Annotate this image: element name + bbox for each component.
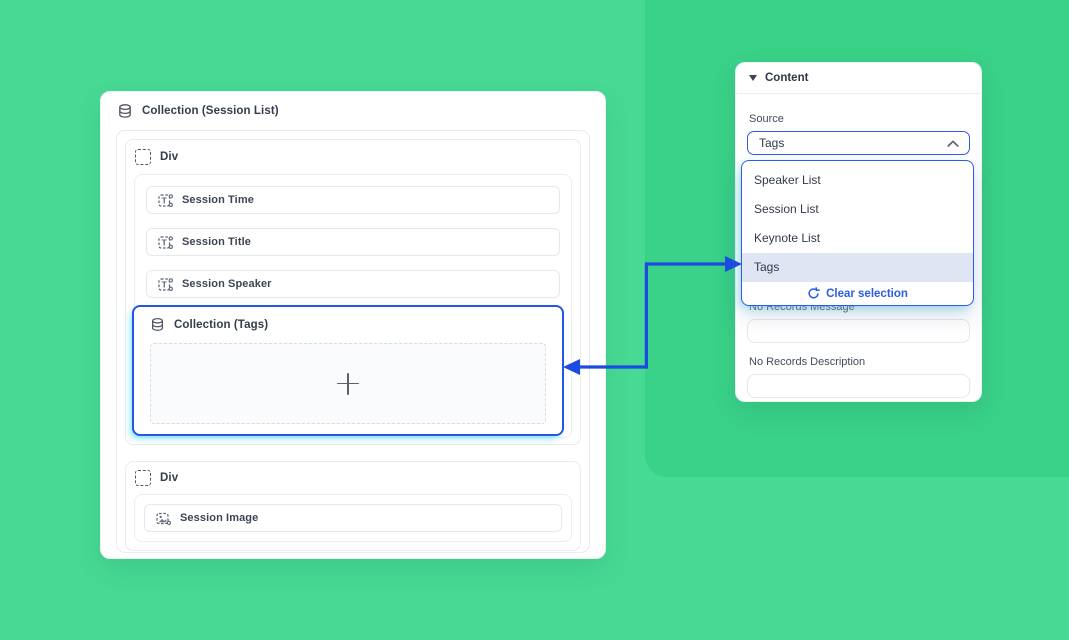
div-top-label: Div (160, 151, 178, 163)
tree-node-collection-tags[interactable]: Collection (Tags) (132, 305, 564, 436)
session-speaker-label: Session Speaker (182, 278, 272, 290)
collection-session-list-label: Collection (Session List) (142, 105, 279, 117)
builder-canvas-card: Collection (Session List) Div T Session … (100, 91, 606, 559)
session-title-label: Session Title (182, 236, 251, 248)
tree-node-session-time[interactable]: T Session Time (146, 186, 560, 214)
database-icon (117, 103, 133, 119)
svg-text:T: T (162, 195, 168, 205)
reset-icon (807, 287, 820, 300)
add-element-slot[interactable] (150, 343, 546, 424)
tree-node-collection-session-list[interactable]: Collection (Session List) (101, 92, 605, 130)
source-select-value: Tags (759, 136, 784, 150)
text-binding-icon: T (158, 235, 173, 250)
dashed-box-icon (135, 149, 151, 165)
source-label: Source (749, 113, 970, 125)
no-records-description-label: No Records Description (749, 356, 970, 368)
option-tags[interactable]: Tags (742, 253, 973, 282)
chevron-up-icon (946, 138, 960, 149)
text-binding-icon: T (158, 193, 173, 208)
clear-selection-button[interactable]: Clear selection (742, 282, 973, 305)
field-group: T Session Time T Session Title (134, 174, 572, 438)
session-time-label: Session Time (182, 194, 254, 206)
div-node-top-header[interactable]: Div (126, 140, 580, 174)
no-records-message-input[interactable] (747, 319, 970, 343)
tree-node-session-speaker[interactable]: T Session Speaker (146, 270, 560, 298)
option-session-list[interactable]: Session List (742, 195, 973, 224)
tree-node-session-title[interactable]: T Session Title (146, 228, 560, 256)
div-node-top: Div T Session Time T (125, 139, 581, 445)
tree-node-session-image[interactable]: Session Image (144, 504, 562, 532)
option-speaker-list[interactable]: Speaker List (742, 166, 973, 195)
source-dropdown: Speaker List Session List Keynote List T… (741, 160, 974, 306)
collection-content-wrapper: Div T Session Time T (116, 130, 590, 553)
collection-tags-label: Collection (Tags) (174, 319, 268, 331)
plus-icon (337, 373, 359, 395)
database-icon (150, 317, 165, 332)
source-select[interactable]: Tags (747, 131, 970, 155)
svg-text:T: T (162, 237, 168, 247)
field-group: Session Image (134, 494, 572, 542)
text-binding-icon: T (158, 277, 173, 292)
collection-tags-header[interactable]: Collection (Tags) (134, 307, 562, 342)
dashed-box-icon (135, 470, 151, 486)
div-bottom-label: Div (160, 472, 178, 484)
option-keynote-list[interactable]: Keynote List (742, 224, 973, 253)
inspector-panel: Content Source Tags No Records Message N… (735, 62, 982, 402)
session-image-label: Session Image (180, 512, 258, 524)
div-node-bottom: Div Session Image (125, 461, 581, 551)
section-title: Content (765, 72, 808, 84)
image-icon (156, 511, 171, 526)
div-node-bottom-header[interactable]: Div (126, 462, 580, 494)
clear-selection-label: Clear selection (826, 288, 908, 300)
caret-down-icon (749, 75, 757, 81)
section-header-content[interactable]: Content (736, 63, 981, 94)
no-records-description-input[interactable] (747, 374, 970, 398)
svg-text:T: T (162, 279, 168, 289)
